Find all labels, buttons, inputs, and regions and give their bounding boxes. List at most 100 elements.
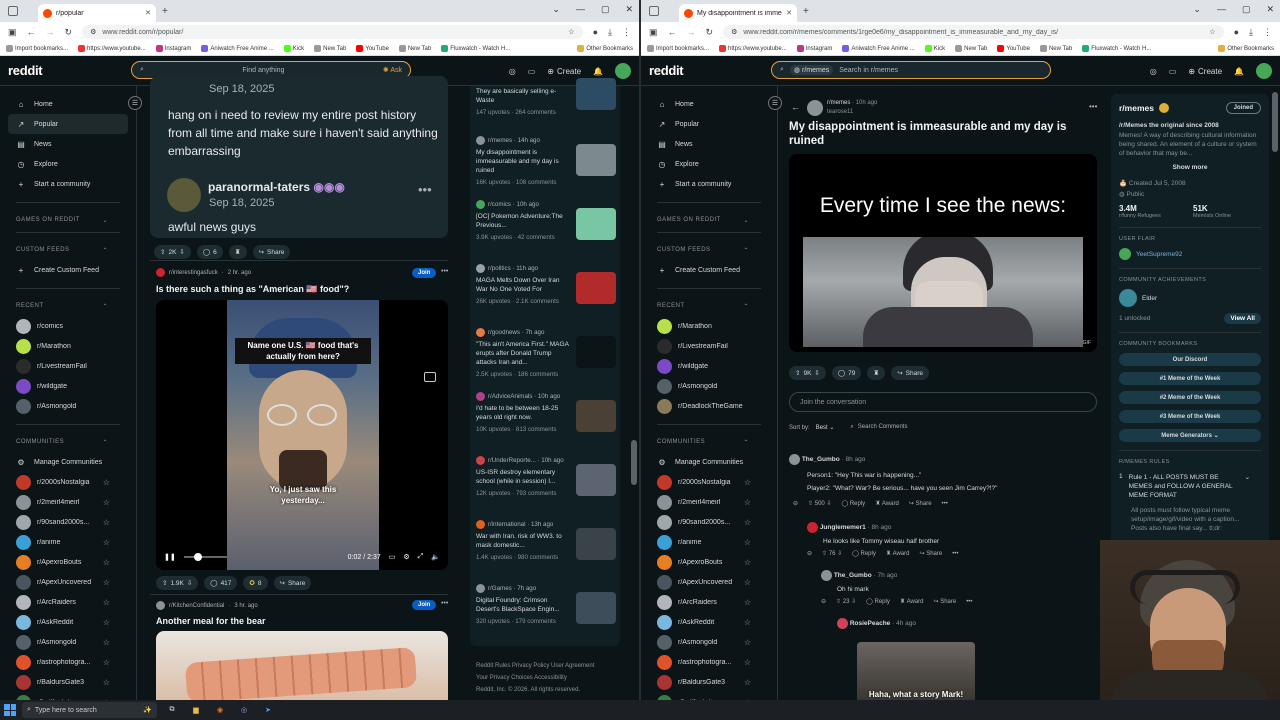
file-explorer-icon[interactable]: ▆ xyxy=(187,702,205,718)
trending-post[interactable]: r/goodnews · 7h ago "This ain't America F… xyxy=(476,328,616,378)
community-item[interactable]: r/Asmongold xyxy=(8,396,128,416)
bookmark-item[interactable]: Instagram xyxy=(796,45,832,52)
nav-explore[interactable]: ◷ Explore xyxy=(8,154,128,174)
collapse-thread-icon[interactable]: ⊖ xyxy=(807,550,812,557)
more-options-icon[interactable]: ••• xyxy=(952,551,958,557)
join-button[interactable]: Join xyxy=(412,600,437,610)
collapse-thread-icon[interactable]: ⊖ xyxy=(821,598,826,605)
captions-icon[interactable]: ▭ xyxy=(389,553,396,561)
taskbar-search[interactable]: ⌕ Type here to search ✨ xyxy=(22,702,157,718)
comment-avatar[interactable] xyxy=(807,522,818,533)
community-item[interactable]: r/90sand2000s... ☆ xyxy=(8,512,128,532)
video-player[interactable]: Name one U.S. 🇺🇸 food that's actually fr… xyxy=(156,300,448,570)
reload-icon[interactable]: ↻ xyxy=(706,27,714,38)
favorite-star-icon[interactable]: ☆ xyxy=(103,558,110,567)
community-item[interactable]: r/2000sNostalgia ☆ xyxy=(649,472,769,492)
reload-icon[interactable]: ↻ xyxy=(65,27,73,38)
scrollbar[interactable] xyxy=(1272,92,1278,152)
community-item[interactable]: r/battlestations☆ xyxy=(649,692,769,700)
url-field[interactable]: ⚙ www.reddit.com/r/popular/ ☆ xyxy=(82,25,583,39)
nav-popular[interactable]: ↗ Popular xyxy=(649,114,769,134)
post-title[interactable]: Another meal for the bear xyxy=(156,616,266,626)
reply-button[interactable]: ◯ Reply xyxy=(841,500,865,507)
favorite-star-icon[interactable]: ☆ xyxy=(744,618,751,627)
favorite-star-icon[interactable]: ☆ xyxy=(103,498,110,507)
bookmark-item[interactable]: YouTube xyxy=(997,45,1030,52)
footer-links-row[interactable]: Reddit Rules Privacy Policy User Agreeme… xyxy=(476,660,594,672)
show-more-button[interactable]: Show more xyxy=(1119,164,1261,171)
community-item[interactable]: r/90sand2000s... ☆ xyxy=(649,512,769,532)
trending-post[interactable]: r/UnderReporte... · 10h ago US-ISR destro… xyxy=(476,456,616,497)
award-button[interactable]: ♜ xyxy=(867,366,886,380)
bookmark-item[interactable]: Instagram xyxy=(155,45,191,52)
community-bookmark-button[interactable]: Meme Generators ⌄ xyxy=(1119,429,1261,442)
forward-icon[interactable]: → xyxy=(46,27,55,37)
community-item[interactable]: r/2meirl4meirl ☆ xyxy=(8,492,128,512)
more-options-icon[interactable]: ••• xyxy=(942,501,948,507)
award-button[interactable]: ♜ Award xyxy=(900,598,924,605)
manage-communities[interactable]: ⚙ Manage Communities xyxy=(8,452,128,472)
create-custom-feed[interactable]: + Create Custom Feed xyxy=(649,260,769,280)
community-item[interactable]: r/Asmongold ☆ xyxy=(8,632,128,652)
community-item[interactable]: r/ApexroBouts ☆ xyxy=(649,552,769,572)
seek-handle[interactable] xyxy=(193,553,202,561)
notifications-icon[interactable]: 🔔 xyxy=(1234,67,1244,76)
community-item[interactable]: r/astrophotogra... ☆ xyxy=(649,652,769,672)
rule-item[interactable]: 1 Rule 1 - ALL POSTS MUST BE MEMES and FO… xyxy=(1119,473,1261,500)
community-item[interactable]: r/LivestreamFail xyxy=(649,336,769,356)
bookmark-star-icon[interactable]: ☆ xyxy=(1209,28,1215,36)
community-item[interactable]: r/battlestations☆ xyxy=(8,692,128,700)
reddit-logo[interactable]: reddit xyxy=(649,63,764,78)
community-item[interactable]: r/ApexUncovered ☆ xyxy=(649,572,769,592)
trending-post[interactable]: r/comics · 10h ago [OC] Pokemon Adventure… xyxy=(476,200,616,241)
close-window-icon[interactable]: ✕ xyxy=(625,4,633,15)
bookmark-item[interactable]: New Tab xyxy=(1039,45,1072,52)
bookmark-item[interactable]: Aniwatch Free Anime ... xyxy=(842,45,915,52)
award-button[interactable]: ♜ Award xyxy=(886,550,910,557)
nav-popular[interactable]: ↗ Popular xyxy=(8,114,128,134)
tab-actions-icon[interactable] xyxy=(649,6,659,16)
communities-header[interactable]: COMMUNITIES ⌃ xyxy=(649,439,769,446)
collapse-thread-icon[interactable]: ⊖ xyxy=(793,500,798,507)
community-item[interactable]: r/wildgate xyxy=(8,376,128,396)
award-button[interactable]: ✪ 8 xyxy=(243,576,268,590)
community-bookmark-button[interactable]: Our Discord xyxy=(1119,353,1261,366)
mute-icon[interactable]: 🔈 xyxy=(431,553,440,561)
user-flair[interactable]: YeetSupreme92 xyxy=(1119,248,1261,260)
bookmark-star-icon[interactable]: ☆ xyxy=(568,28,574,36)
user-avatar[interactable] xyxy=(1256,63,1272,79)
comment-username[interactable]: The_Gumbo xyxy=(834,572,872,579)
advertise-icon[interactable]: ◎ xyxy=(1150,67,1157,76)
minimize-icon[interactable]: — xyxy=(576,4,585,15)
favorite-star-icon[interactable]: ☆ xyxy=(744,558,751,567)
community-bookmark-button[interactable]: #1 Meme of the Week xyxy=(1119,372,1261,385)
recent-header[interactable]: RECENT ⌃ xyxy=(649,303,769,310)
post-image[interactable] xyxy=(156,631,448,700)
favorite-star-icon[interactable]: ☆ xyxy=(744,578,751,587)
app-icon[interactable]: ➤ xyxy=(259,702,277,718)
comment-username[interactable]: The_Gumbo xyxy=(802,456,840,463)
ask-button[interactable]: ✺ Ask xyxy=(383,66,402,74)
bookmark-item[interactable]: Import bookmarks... xyxy=(647,45,709,52)
community-item[interactable]: r/DeadlockTheGame xyxy=(649,396,769,416)
search-bar[interactable]: ⌕ ◍ r/memes Search in r/memes xyxy=(771,61,1051,79)
close-tab-icon[interactable]: ✕ xyxy=(145,9,151,17)
trending-post[interactable]: r/politics · 11h ago MAGA Melts Down Over… xyxy=(476,264,616,305)
bookmark-item[interactable]: Fluxwatch - Watch H... xyxy=(441,45,510,52)
favorite-star-icon[interactable]: ☆ xyxy=(103,598,110,607)
nav-explore[interactable]: ◷ Explore xyxy=(649,154,769,174)
share-button[interactable]: ↪ Share xyxy=(919,550,942,557)
nav-start-community[interactable]: + Start a community xyxy=(649,174,769,194)
bookmark-item[interactable]: Kick xyxy=(283,45,304,52)
recent-header[interactable]: RECENT ⌃ xyxy=(8,303,128,310)
favorite-star-icon[interactable]: ☆ xyxy=(103,658,110,667)
reply-button[interactable]: ◯ Reply xyxy=(866,598,890,605)
tab-list-icon[interactable]: ⌄ xyxy=(552,4,560,15)
comment-gif[interactable]: Haha, what a story Mark! xyxy=(857,642,975,700)
community-item[interactable]: r/Asmongold ☆ xyxy=(649,632,769,652)
nav-home[interactable]: ⌂ Home xyxy=(8,94,128,114)
trending-post[interactable]: They are basically selling e-Waste 147 up… xyxy=(476,78,616,116)
create-button[interactable]: ⊕ Create xyxy=(1188,67,1222,76)
more-options-icon[interactable]: ••• xyxy=(441,268,448,275)
footer-links-row[interactable]: Your Privacy Choices Accessibility xyxy=(476,672,594,684)
